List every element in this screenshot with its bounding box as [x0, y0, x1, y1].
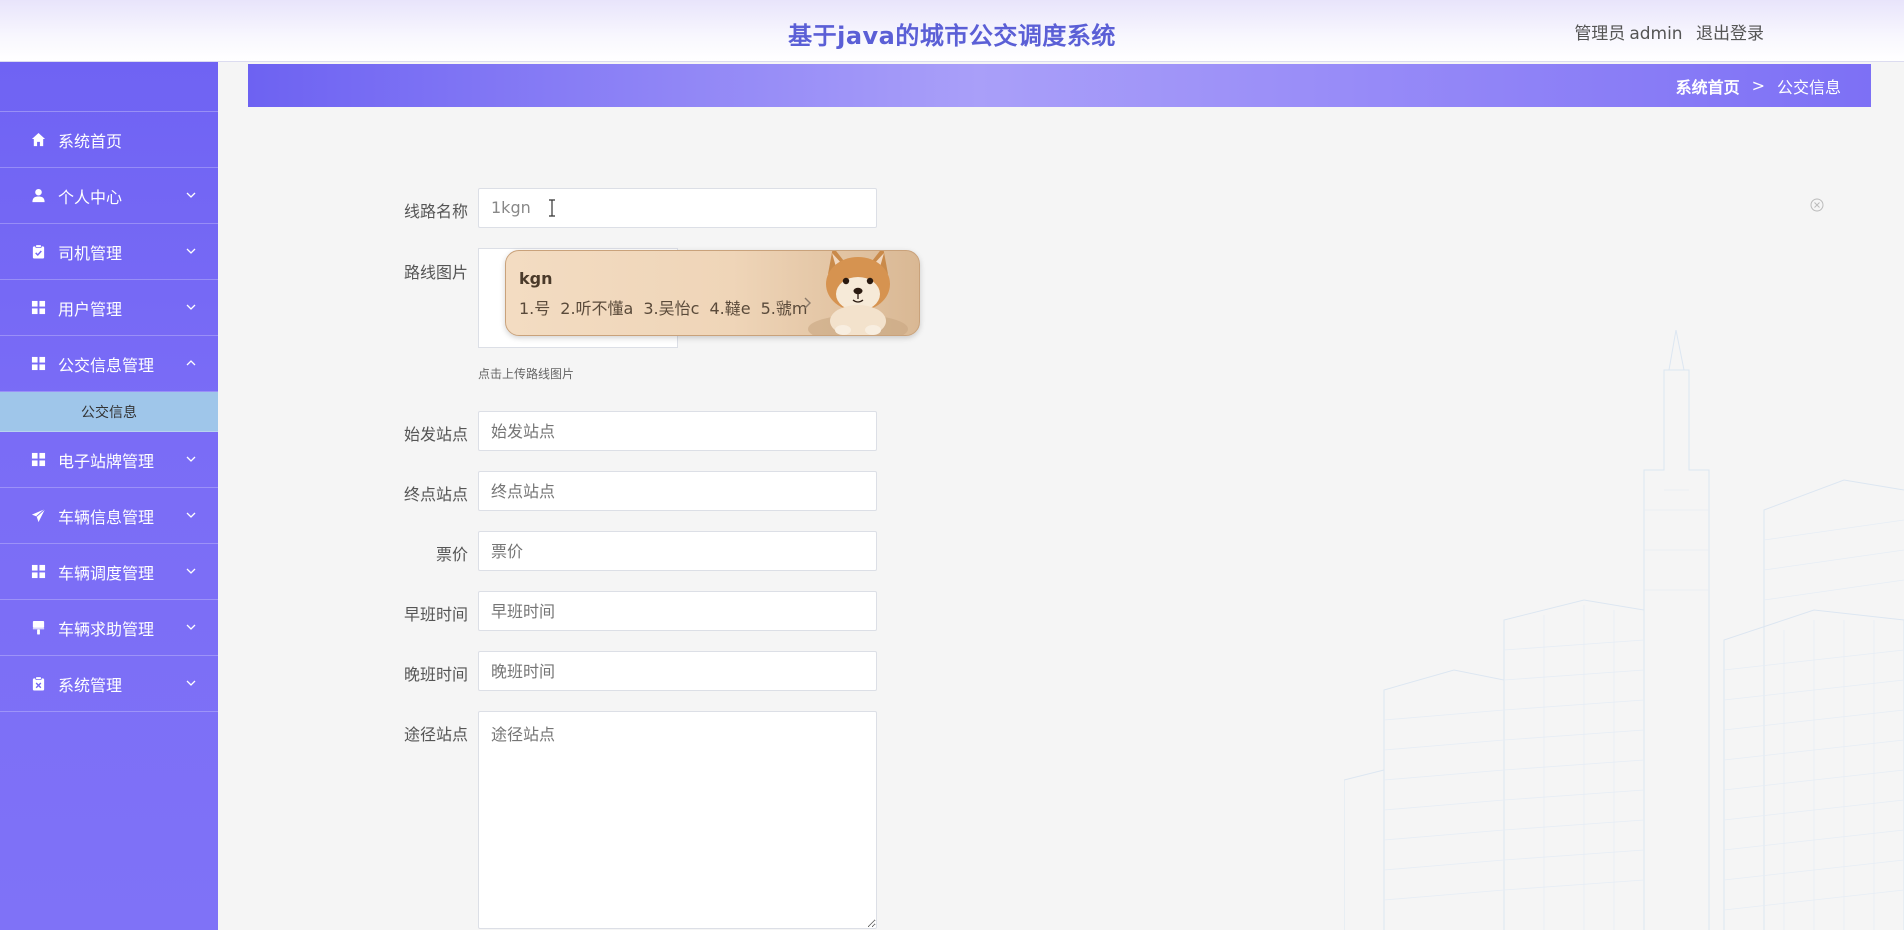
- grid-icon: [30, 564, 46, 580]
- user-role: 管理员: [1574, 24, 1626, 44]
- ime-candidate[interactable]: 1.号: [519, 299, 550, 318]
- sidebar-item-label: 司机管理: [58, 243, 123, 263]
- logout-link[interactable]: 退出登录: [1696, 24, 1764, 44]
- sidebar-top-gap: [0, 62, 218, 112]
- morning-time-input[interactable]: [478, 591, 877, 631]
- sidebar-item-label: 车辆求助管理: [58, 619, 155, 639]
- morning-time-label: 早班时间: [403, 605, 468, 624]
- sidebar-item-personal-center[interactable]: 个人中心: [0, 168, 218, 224]
- sidebar-item-home[interactable]: 系统首页: [0, 112, 218, 168]
- route-name-input[interactable]: 1kgn: [478, 188, 877, 228]
- sidebar-item-label: 系统首页: [58, 131, 123, 151]
- ime-typed-text: kgn: [519, 269, 553, 288]
- sidebar-item-label: 系统管理: [58, 675, 123, 695]
- sidebar-item-vehicle-dispatch[interactable]: 车辆调度管理: [0, 544, 218, 600]
- sidebar-item-bus-info-management[interactable]: 公交信息管理: [0, 336, 218, 392]
- chevron-down-icon: [186, 568, 196, 574]
- sidebar-item-label: 公交信息管理: [58, 355, 155, 375]
- ime-candidate[interactable]: 3.吴怡c: [643, 299, 699, 318]
- sidebar-item-e-stop-sign[interactable]: 电子站牌管理: [0, 432, 218, 488]
- sidebar-item-driver[interactable]: 司机管理: [0, 224, 218, 280]
- sidebar-item-label: 车辆信息管理: [58, 507, 155, 527]
- sidebar-item-users[interactable]: 用户管理: [0, 280, 218, 336]
- chevron-down-icon: [186, 512, 196, 518]
- sidebar-item-label: 用户管理: [58, 299, 123, 319]
- chevron-down-icon: [186, 680, 196, 686]
- upload-tip: 点击上传路线图片: [478, 367, 575, 381]
- end-station-label: 终点站点: [403, 485, 468, 504]
- grid-icon: [30, 452, 46, 468]
- via-stations-textarea[interactable]: [478, 711, 877, 929]
- sidebar-item-vehicle-info[interactable]: 车辆信息管理: [0, 488, 218, 544]
- sidebar-item-vehicle-help[interactable]: 车辆求助管理: [0, 600, 218, 656]
- sidebar-item-label: 车辆调度管理: [58, 563, 155, 583]
- chevron-down-icon: [186, 624, 196, 630]
- ime-candidate-popup: kgn 1.号 2.听不懂a 3.吴怡c 4.韃e 5.虢m: [505, 250, 920, 336]
- close-circle-icon[interactable]: [1810, 198, 1824, 212]
- start-station-label: 始发站点: [403, 425, 468, 444]
- breadcrumb-home[interactable]: 系统首页: [1676, 74, 1740, 98]
- ime-candidate[interactable]: 4.韃e: [709, 299, 750, 318]
- evening-time-input[interactable]: [478, 651, 877, 691]
- grid-icon: [30, 300, 46, 316]
- text-cursor-icon: [549, 199, 555, 217]
- sidebar: 系统首页 个人中心 司机管理 用户管理 公交信息管理 公交信息 电子站牌管理 车…: [0, 62, 218, 930]
- fare-input[interactable]: [478, 531, 877, 571]
- home-icon: [30, 132, 46, 148]
- city-skyline-illustration: [1344, 330, 1904, 930]
- main-content: 线路名称 1kgn 路线图片 点击上传路线图片 始发站点 终点站点 票价 早班时…: [218, 107, 1904, 930]
- top-header: 基于java的城市公交调度系统 管理员 admin 退出登录: [0, 0, 1904, 62]
- user-name: admin: [1629, 24, 1683, 44]
- brush-icon: [30, 620, 46, 636]
- send-icon: [30, 508, 46, 524]
- clipboard-icon: [30, 244, 46, 260]
- sidebar-item-label: 电子站牌管理: [58, 451, 155, 471]
- start-station-input[interactable]: [478, 411, 877, 451]
- chevron-down-icon: [186, 304, 196, 310]
- breadcrumb-current: 公交信息: [1776, 77, 1841, 97]
- breadcrumb: 系统首页 > 公交信息: [248, 64, 1871, 107]
- user-icon: [30, 188, 46, 204]
- breadcrumb-separator: >: [1751, 76, 1765, 95]
- chevron-down-icon: [186, 456, 196, 462]
- user-area: 管理员 admin 退出登录: [1566, 19, 1764, 44]
- clipboard-x-icon: [30, 676, 46, 692]
- sidebar-item-label: 个人中心: [58, 187, 123, 207]
- grid-icon: [30, 356, 46, 372]
- sidebar-subitem-label: 公交信息: [81, 404, 137, 421]
- fare-label: 票价: [435, 545, 468, 564]
- sidebar-subitem-bus-info[interactable]: 公交信息: [0, 392, 218, 432]
- end-station-input[interactable]: [478, 471, 877, 511]
- route-image-label: 路线图片: [403, 263, 468, 282]
- sidebar-item-system[interactable]: 系统管理: [0, 656, 218, 712]
- evening-time-label: 晚班时间: [403, 665, 468, 684]
- via-stations-label: 途径站点: [403, 725, 468, 744]
- chevron-down-icon: [186, 248, 196, 254]
- chevron-down-icon: [186, 192, 196, 198]
- ime-candidate[interactable]: 2.听不懂a: [560, 299, 633, 318]
- ime-candidates: 1.号 2.听不懂a 3.吴怡c 4.韃e 5.虢m: [519, 295, 817, 319]
- shiba-dog-skin-image: [808, 251, 908, 335]
- chevron-up-icon: [186, 360, 196, 366]
- route-name-label: 线路名称: [403, 202, 468, 221]
